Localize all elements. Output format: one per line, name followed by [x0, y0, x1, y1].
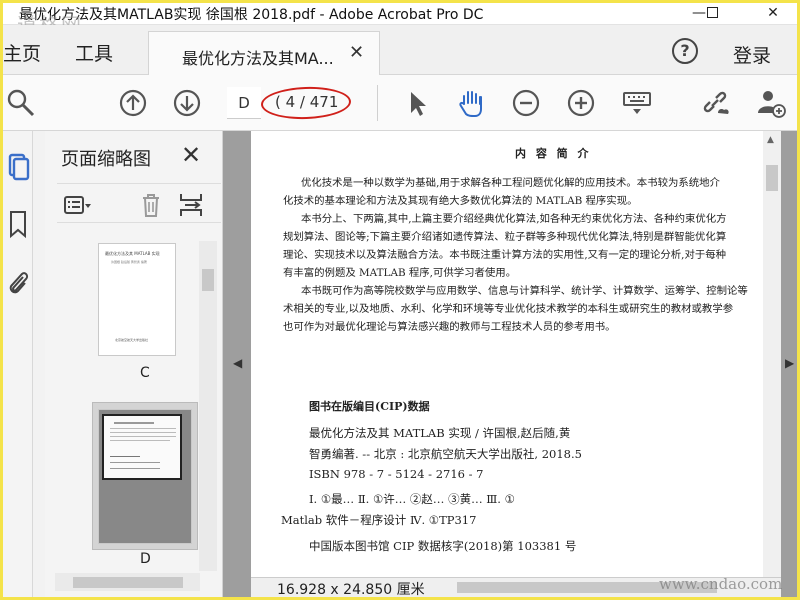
- panel-title: 页面缩略图: [61, 149, 151, 170]
- window-title: 最优化方法及其MATLAB实现 徐国根 2018.pdf - Adobe Acr…: [19, 7, 484, 23]
- zoom-out-icon[interactable]: [510, 87, 542, 119]
- intro-line: 化技术的基本理论和方法及其现有绝大多数优化算法的 MATLAB 程序实现。: [283, 195, 638, 207]
- cip-line: ISBN 978 - 7 - 5124 - 2716 - 7: [309, 467, 484, 481]
- bookmark-icon[interactable]: [5, 209, 31, 239]
- cip-line: Ⅰ. ①最… Ⅱ. ①许… ②赵… ③黄… Ⅲ. ①: [309, 492, 515, 506]
- intro-heading: 内 容 简 介: [515, 147, 592, 160]
- tab-document[interactable]: 最优化方法及其MA... ✕: [148, 31, 380, 76]
- maximize-button[interactable]: [697, 3, 727, 25]
- intro-line: 理论、实现技术以及算法融合方法。本书既注重计算方法的实用性,又有一定的理论分析,…: [283, 249, 727, 261]
- cip-line: Matlab 软件－程序设计 Ⅳ. ①TP317: [281, 513, 477, 527]
- annotation-ellipse: [260, 85, 352, 121]
- zoom-in-icon[interactable]: [565, 87, 597, 119]
- thumb-publisher: 北京航空航天大学出版社: [115, 338, 149, 342]
- document-area: ◀ 内 容 简 介 优化技术是一种以数学为基础,用于求解各种工程问题优化解的应用…: [223, 131, 797, 597]
- trash-icon[interactable]: [137, 192, 165, 218]
- pointer-icon[interactable]: [401, 87, 433, 119]
- scrollbar-thumb[interactable]: [766, 165, 778, 191]
- watermark-url: www.cndao.com: [659, 575, 783, 593]
- cip-line: 中国版本图书馆 CIP 数据核字(2018)第 103381 号: [309, 539, 577, 553]
- page-size-readout: 16.928 x 24.850 厘米: [277, 582, 425, 598]
- cip-line: 最优化方法及其 MATLAB 实现 / 许国根,赵后随,黄: [309, 426, 571, 440]
- close-panel-button[interactable]: ✕: [181, 141, 201, 169]
- thumbnail-horizontal-scrollbar[interactable]: [55, 573, 200, 591]
- scroll-up-arrow-icon[interactable]: ▲: [767, 135, 774, 145]
- intro-line: 也可作为对最优化理论与算法感兴趣的教师与工程技术人员的参考用书。: [283, 321, 616, 333]
- navigation-pane-strip: [3, 131, 33, 597]
- maximize-icon: [706, 7, 718, 18]
- close-window-button[interactable]: ✕: [751, 3, 795, 25]
- magnifier-icon[interactable]: [5, 87, 37, 119]
- insert-pages-icon[interactable]: [177, 192, 205, 218]
- page-number-input[interactable]: D: [227, 87, 261, 119]
- tab-home[interactable]: 主页: [3, 39, 41, 66]
- scrollbar-thumb[interactable]: [73, 577, 183, 588]
- link-cloud-icon[interactable]: [699, 87, 731, 119]
- hand-icon[interactable]: [455, 87, 487, 119]
- arrow-down-icon[interactable]: [171, 87, 203, 119]
- document-scrollbar[interactable]: ▲: [763, 131, 781, 577]
- thumbnail-label: C: [140, 365, 150, 381]
- menu-bar: 主页 工具 最优化方法及其MA... ✕ ? 登录: [3, 25, 797, 76]
- login-button[interactable]: 登录: [733, 41, 771, 68]
- intro-line: 规划算法、图论等;下篇主要介绍诸如遗传算法、粒子群等多种现代优化算法,特别是群智…: [283, 231, 727, 243]
- scrollbar-thumb[interactable]: [202, 269, 214, 291]
- thumbnail-label: D: [140, 551, 151, 567]
- title-bar: 最优化方法及其MATLAB实现 徐国根 2018.pdf - Adobe Acr…: [3, 3, 797, 37]
- cip-heading: 图书在版编目(CIP)数据: [309, 400, 430, 413]
- pdf-page: 内 容 简 介 优化技术是一种以数学为基础,用于求解各种工程问题优化解的应用技术…: [251, 131, 763, 577]
- expand-right-arrow-icon[interactable]: ▶: [785, 356, 794, 370]
- thumbnails-panel: 页面缩略图 ✕ 最优化方法及其 MATLAB 实现 许国根 赵后随 黄智勇 编著…: [45, 131, 223, 597]
- toolbar-divider: [377, 85, 378, 121]
- attachment-icon[interactable]: [5, 267, 31, 297]
- toolbar: D ( 4 / 471: [3, 75, 797, 131]
- intro-line: 有丰富的例题及 MATLAB 程序,可供学习者使用。: [283, 267, 517, 279]
- options-menu-icon[interactable]: [63, 192, 91, 218]
- acrobat-window: 最优化方法及其MATLAB实现 徐国根 2018.pdf - Adobe Acr…: [0, 0, 800, 600]
- cip-line: 智勇编著. -- 北京 : 北京航空航天大学出版社, 2018.5: [309, 447, 582, 461]
- intro-line: 本书既可作为高等院校数学与应用数学、信息与计算科学、统计学、计算数学、运筹学、控…: [301, 285, 748, 297]
- arrow-up-icon[interactable]: [117, 87, 149, 119]
- page-thumbnail-c[interactable]: 最优化方法及其 MATLAB 实现 许国根 赵后随 黄智勇 编著 北京航空航天大…: [98, 243, 176, 356]
- intro-line: 术相关的专业,以及地质、水利、化学和环境等专业优化技术教学的本科生或研究生的教材…: [283, 303, 734, 315]
- add-user-icon[interactable]: [755, 87, 787, 119]
- document-tab-label: 最优化方法及其MA...: [182, 49, 334, 68]
- thumb-authors: 许国根 赵后随 黄智勇 编著: [111, 260, 147, 264]
- collapse-left-arrow-icon[interactable]: ◀: [233, 356, 242, 370]
- tab-tools[interactable]: 工具: [75, 39, 113, 66]
- page-thumbnail-d[interactable]: [98, 409, 192, 544]
- thumb-book-title: 最优化方法及其 MATLAB 实现: [105, 251, 160, 256]
- help-button[interactable]: ?: [672, 38, 698, 64]
- page-thumbnails-icon[interactable]: [5, 151, 31, 181]
- intro-line: 优化技术是一种以数学为基础,用于求解各种工程问题优化解的应用技术。本书较为系统地…: [301, 177, 720, 189]
- thumbnail-scrollbar[interactable]: [199, 241, 217, 571]
- intro-line: 本书分上、下两篇,其中,上篇主要介绍经典优化算法,如各种无约束优化方法、各种约束…: [301, 213, 727, 225]
- visible-area-frame[interactable]: [102, 414, 182, 480]
- thumbnail-toolbar: [57, 183, 221, 223]
- close-tab-button[interactable]: ✕: [349, 42, 364, 63]
- keyboard-icon[interactable]: [621, 87, 653, 119]
